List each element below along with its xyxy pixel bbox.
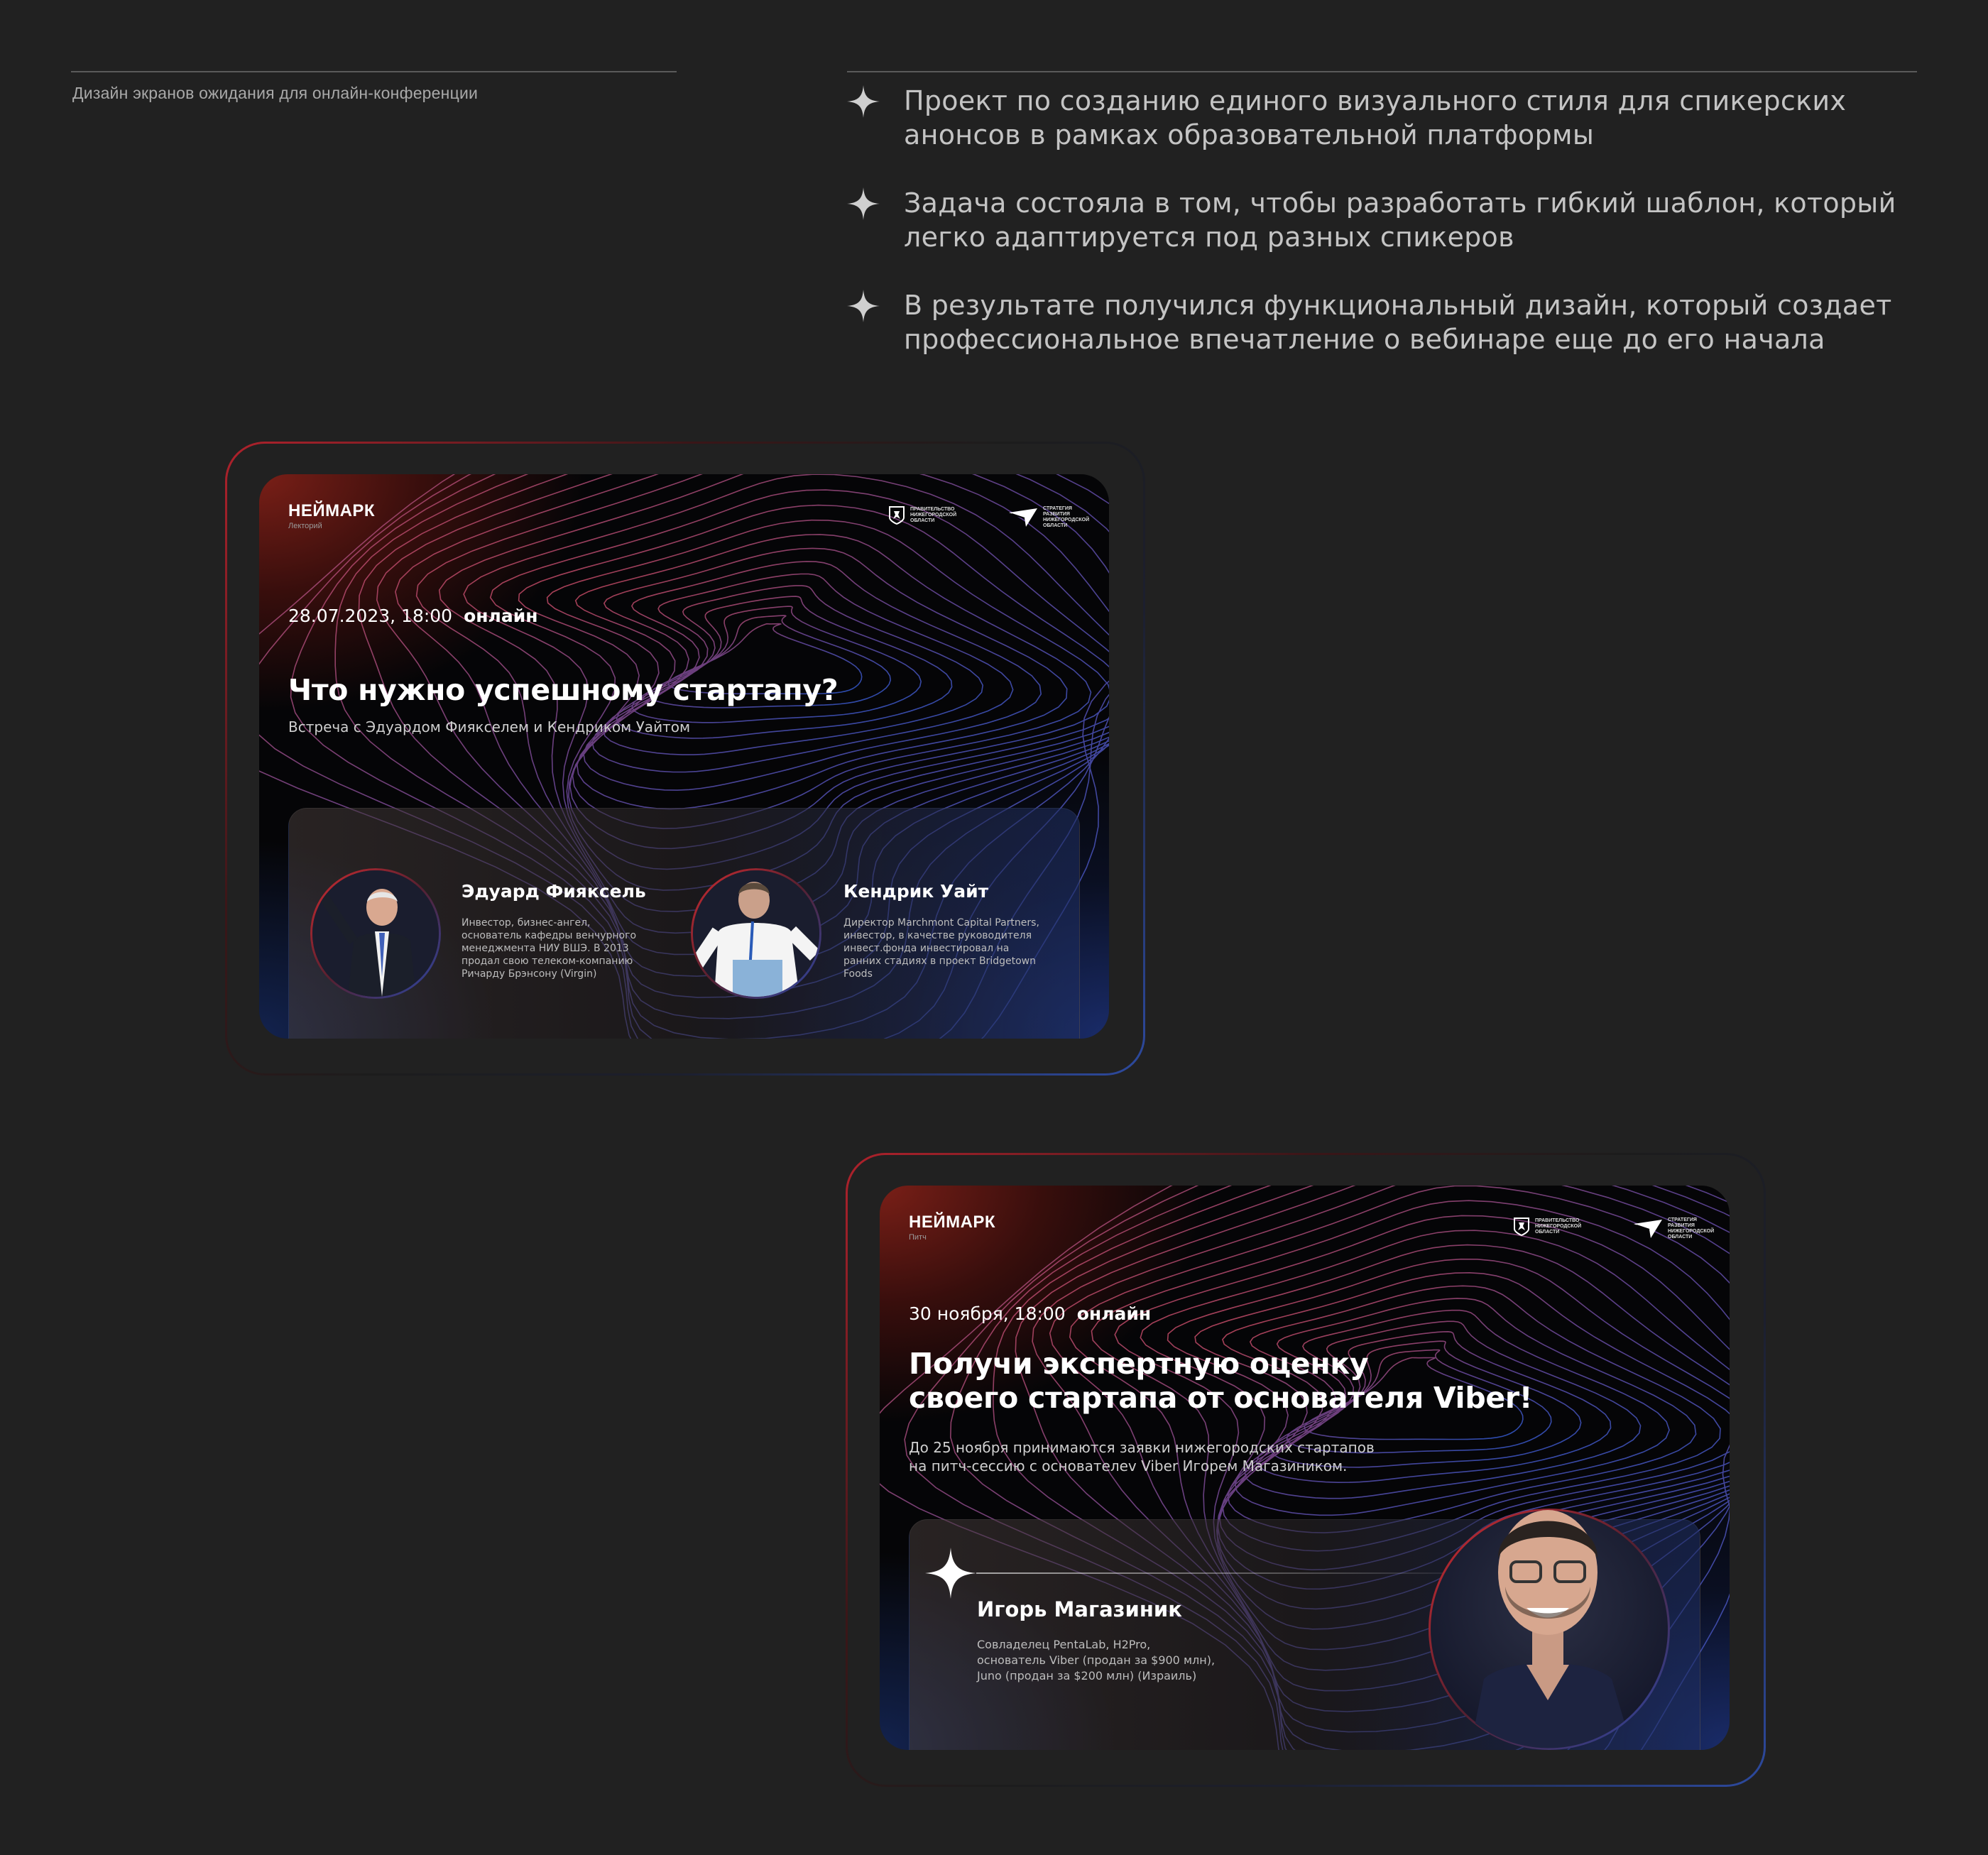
brand-subtitle: Питч <box>909 1233 927 1242</box>
point-item: Проект по созданию единого визуального с… <box>847 84 1926 152</box>
event-subtitle: Встреча с Эдуардом Фиякселем и Кендриком… <box>288 718 691 735</box>
speaker-photo-2 <box>693 870 819 997</box>
coat-of-arms-icon <box>889 506 905 525</box>
partner-gov: ПРАВИТЕЛЬСТВО НИЖЕГОРОДСКОЙ ОБЛАСТИ <box>1514 1217 1586 1236</box>
event-title: Что нужно успешному стартапу? <box>288 673 839 707</box>
brand-logo: НЕЙМАРК <box>909 1213 996 1232</box>
speaker-photo <box>1470 1510 1633 1749</box>
partner-strategy-label: СТРАТЕГИЯ РАЗВИТИЯ НИЖЕГОРОДСКОЙ ОБЛАСТИ <box>1668 1217 1715 1240</box>
event-title: Получи экспертную оценку своего стартапа… <box>909 1347 1533 1415</box>
waiting-screen-2: НЕЙМАРК Питч ПРАВИТЕЛЬСТВО НИЖЕГОРОДСКОЙ… <box>880 1186 1730 1750</box>
speaker-avatar <box>1427 1445 1670 1750</box>
partner-gov-label: ПРАВИТЕЛЬСТВО НИЖЕГОРОДСКОЙ ОБЛАСТИ <box>910 507 957 523</box>
event-datetime: 30 ноября, 18:00 <box>909 1303 1066 1324</box>
speaker-desc-line: основатель Viber (продан за $900 млн), <box>977 1653 1216 1667</box>
speaker-avatar-2 <box>691 868 821 999</box>
event-date: 30 ноября, 18:00 онлайн <box>909 1303 1151 1324</box>
partner-gov-label: ПРАВИТЕЛЬСТВО НИЖЕГОРОДСКОЙ ОБЛАСТИ <box>1535 1218 1582 1235</box>
name-divider <box>976 1572 1466 1574</box>
sparkle-icon <box>847 85 880 118</box>
event-title-line: своего стартапа от основателя Viber! <box>909 1381 1533 1415</box>
sparkle-icon <box>925 1548 976 1599</box>
left-divider <box>71 71 677 72</box>
event-date: 28.07.2023, 18:00 онлайн <box>288 606 538 626</box>
event-mode: онлайн <box>464 606 538 626</box>
event-subtitle-line: До 25 ноября принимаются заявки нижегоро… <box>909 1439 1375 1456</box>
partner-strategy: СТРАТЕГИЯ РАЗВИТИЯ НИЖЕГОРОДСКОЙ ОБЛАСТИ <box>1009 506 1094 529</box>
sparkle-icon <box>847 187 880 220</box>
event-subtitle-line: на питч-сессию с основателеv Viber Игоре… <box>909 1457 1348 1474</box>
event-subtitle: До 25 ноября принимаются заявки нижегоро… <box>909 1438 1375 1475</box>
point-item: Задача состояла в том, чтобы разработать… <box>847 186 1926 254</box>
coat-of-arms-icon <box>1514 1217 1529 1236</box>
speaker-desc: Совладелец PentaLab, H2Pro, основатель V… <box>977 1637 1215 1684</box>
speaker-name-2: Кендрик Уайт <box>843 881 989 902</box>
speaker-desc-line: Juno (продан за $200 млн) (Израиль) <box>977 1669 1197 1682</box>
project-caption: Дизайн экранов ожидания для онлайн-конфе… <box>72 84 479 102</box>
sparkle-icon <box>847 290 880 322</box>
event-mode: онлайн <box>1076 1303 1152 1324</box>
brand-subtitle: Лекторий <box>288 522 322 530</box>
point-text: В результате получился функциональный ди… <box>904 290 1892 355</box>
speaker-name-1: Эдуард Фияксель <box>462 881 646 902</box>
speaker-desc-1: Инвестор, бизнес-ангел, основатель кафед… <box>462 917 637 980</box>
point-item: В результате получился функциональный ди… <box>847 288 1926 356</box>
event-title-line: Получи экспертную оценку <box>909 1347 1369 1381</box>
speaker-desc-2: Директор Marchmont Capital Partners, инв… <box>843 917 1039 980</box>
partner-strategy: СТРАТЕГИЯ РАЗВИТИЯ НИЖЕГОРОДСКОЙ ОБЛАСТИ <box>1634 1217 1719 1240</box>
right-divider <box>847 71 1917 72</box>
waiting-screen-1: НЕЙМАРК Лекторий ПРАВИТЕЛЬСТВО НИЖЕГОРОД… <box>259 474 1109 1039</box>
project-points: Проект по созданию единого визуального с… <box>847 84 1926 390</box>
partner-strategy-label: СТРАТЕГИЯ РАЗВИТИЯ НИЖЕГОРОДСКОЙ ОБЛАСТИ <box>1043 506 1090 528</box>
speaker-desc-line: Совладелец PentaLab, H2Pro, <box>977 1638 1151 1651</box>
speaker-name: Игорь Магазиник <box>977 1597 1182 1621</box>
strategy-arrow-icon <box>1634 1220 1662 1238</box>
brand-logo: НЕЙМАРК <box>288 501 376 520</box>
speaker-avatar-1 <box>310 868 441 999</box>
speaker-photo-1 <box>312 870 439 997</box>
event-datetime: 28.07.2023, 18:00 <box>288 606 453 626</box>
point-text: Задача состояла в том, чтобы разработать… <box>904 187 1896 253</box>
partner-gov: ПРАВИТЕЛЬСТВО НИЖЕГОРОДСКОЙ ОБЛАСТИ <box>889 506 961 525</box>
strategy-arrow-icon <box>1009 508 1037 527</box>
point-text: Проект по созданию единого визуального с… <box>904 85 1847 151</box>
